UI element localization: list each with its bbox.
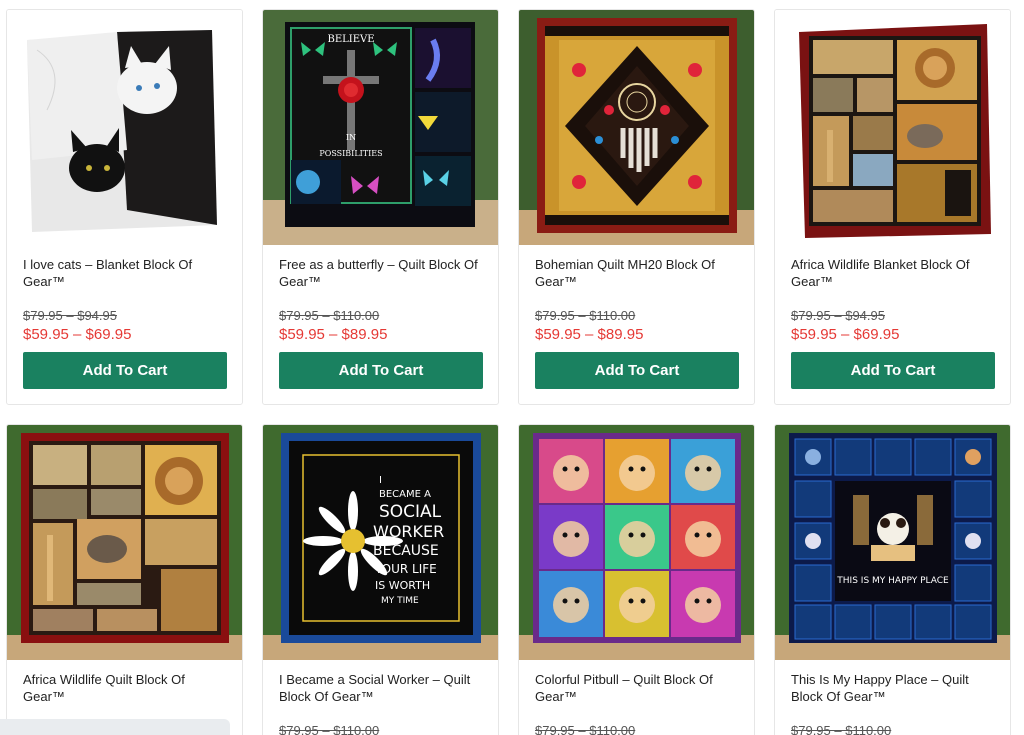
regular-price: $79.95 – $110.00 [279,723,380,735]
image-text: IS WORTH [375,579,430,592]
product-image[interactable]: I BECAME A SOCIAL WORKER BECAUSE YOUR LI… [263,425,498,660]
product-card[interactable]: Colorful Pitbull – Quilt Block Of Gear™ … [518,424,755,735]
product-image[interactable]: BELIEVE IN POSSIBILITIES [263,10,498,245]
notification-bar [0,719,230,735]
product-image[interactable] [7,425,242,660]
product-card[interactable]: I love cats – Blanket Block Of Gear™ $79… [6,9,243,405]
product-image[interactable] [775,10,1010,245]
image-text: SOCIAL [379,502,442,522]
add-to-cart-button[interactable]: Add To Cart [279,352,483,389]
image-text: THIS IS MY HAPPY PLACE [836,576,949,586]
product-card[interactable]: I BECAME A SOCIAL WORKER BECAUSE YOUR LI… [262,424,499,735]
regular-price: $79.95 – $94.95 [791,308,885,323]
sale-price: $59.95 – $69.95 [23,326,132,343]
product-image[interactable] [7,10,242,245]
africa-blanket-image [775,10,1010,245]
sale-price: $59.95 – $69.95 [791,326,900,343]
bohemian-quilt-image [519,10,754,245]
image-text: I [379,475,382,486]
add-to-cart-button[interactable]: Add To Cart [23,352,227,389]
image-text: BECAME A [379,489,431,500]
sale-price: $59.95 – $89.95 [535,326,644,343]
product-image[interactable] [519,10,754,245]
regular-price: $79.95 – $110.00 [791,723,892,735]
product-card[interactable]: BELIEVE IN POSSIBILITIES Free as a butte… [262,9,499,405]
image-text: YOUR LIFE [374,562,437,576]
butterfly-quilt-image: BELIEVE IN POSSIBILITIES [263,10,498,245]
image-text: IN [346,133,356,142]
image-text: MY TIME [381,596,419,606]
product-title[interactable]: Africa Wildlife Quilt Block Of Gear™ [23,671,228,705]
image-text: WORKER [373,522,444,541]
add-to-cart-button[interactable]: Add To Cart [791,352,995,389]
product-card[interactable]: Bohemian Quilt MH20 Block Of Gear™ $79.9… [518,9,755,405]
pitbull-quilt-image [519,425,754,660]
image-text: BECAUSE [373,543,439,559]
regular-price: $79.95 – $94.95 [23,308,117,323]
product-image[interactable]: THIS IS MY HAPPY PLACE [775,425,1010,660]
social-worker-quilt-image: I BECAME A SOCIAL WORKER BECAUSE YOUR LI… [263,425,498,660]
image-text: BELIEVE [327,34,374,45]
sale-price: $59.95 – $89.95 [279,326,388,343]
africa-quilt-image [7,425,242,660]
regular-price: $79.95 – $110.00 [279,308,380,323]
product-title[interactable]: Free as a butterfly – Quilt Block Of Gea… [279,256,484,290]
product-title[interactable]: Africa Wildlife Blanket Block Of Gear™ [791,256,996,290]
happy-place-quilt-image: THIS IS MY HAPPY PLACE [775,425,1010,660]
product-title[interactable]: This Is My Happy Place – Quilt Block Of … [791,671,996,705]
product-image[interactable] [519,425,754,660]
regular-price: $79.95 – $110.00 [535,723,636,735]
product-title[interactable]: I Became a Social Worker – Quilt Block O… [279,671,484,705]
image-text: POSSIBILITIES [319,149,382,158]
product-title[interactable]: Colorful Pitbull – Quilt Block Of Gear™ [535,671,740,705]
add-to-cart-button[interactable]: Add To Cart [535,352,739,389]
product-title[interactable]: Bohemian Quilt MH20 Block Of Gear™ [535,256,740,290]
product-card[interactable]: Africa Wildlife Blanket Block Of Gear™ $… [774,9,1011,405]
regular-price: $79.95 – $110.00 [535,308,636,323]
cats-blanket-image [7,10,242,245]
product-title[interactable]: I love cats – Blanket Block Of Gear™ [23,256,228,290]
product-card[interactable]: Africa Wildlife Quilt Block Of Gear™ [6,424,243,735]
product-card[interactable]: THIS IS MY HAPPY PLACE This Is My Happy … [774,424,1011,735]
